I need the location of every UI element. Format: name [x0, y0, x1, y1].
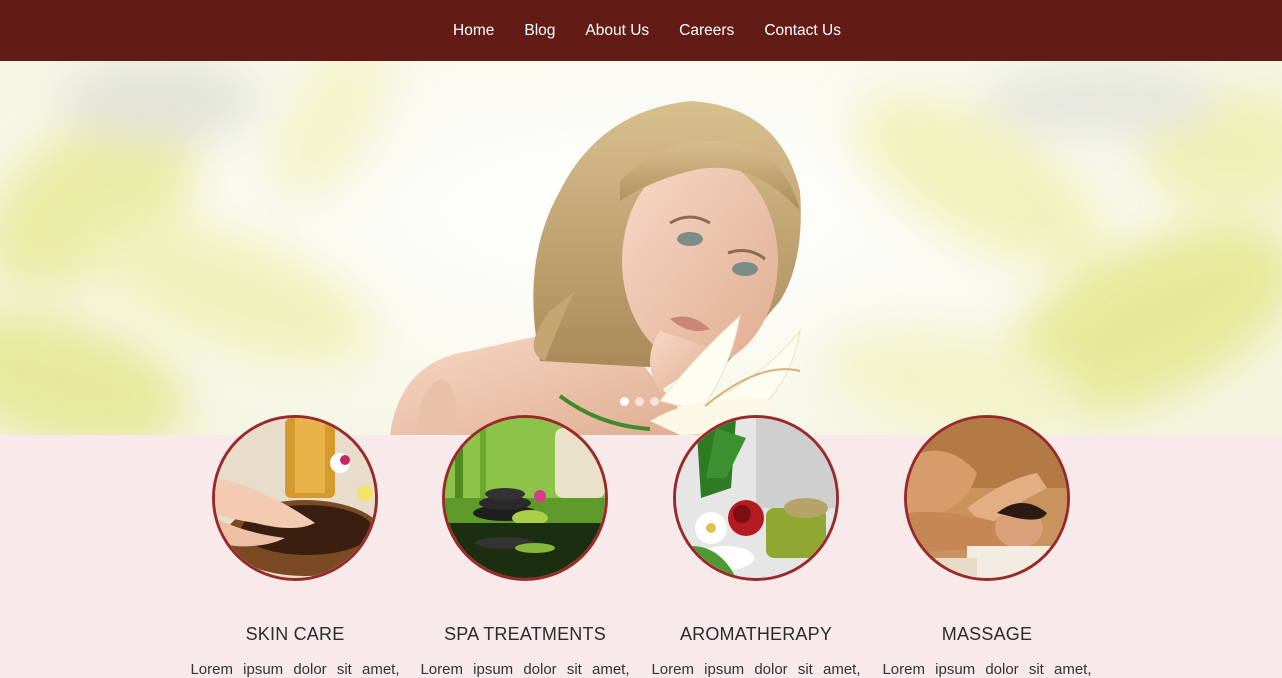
hero-slide-image: [0, 61, 1282, 435]
hands-in-bowl-image[interactable]: [212, 415, 378, 581]
service-description: Lorem ipsum dolor sit amet,: [190, 661, 400, 678]
slider-pagination: [620, 397, 659, 406]
slider-dot-2[interactable]: [635, 397, 644, 406]
slider-dot-1[interactable]: [620, 397, 629, 406]
service-title: SPA TREATMENTS: [444, 624, 606, 644]
top-navbar: Home Blog About Us Careers Contact Us: [0, 0, 1282, 61]
service-description: Lorem ipsum dolor sit amet,: [420, 661, 630, 678]
nav-blog-link[interactable]: Blog: [509, 0, 570, 61]
service-description: Lorem ipsum dolor sit amet,: [651, 661, 861, 678]
nav-careers-link[interactable]: Careers: [664, 0, 749, 61]
nav-home-link[interactable]: Home: [438, 0, 509, 61]
hero-slider[interactable]: [0, 61, 1282, 435]
spa-stones-image[interactable]: [442, 415, 608, 581]
service-description: Lorem ipsum dolor sit amet,: [882, 661, 1092, 678]
service-title: AROMATHERAPY: [679, 624, 833, 644]
massage-image[interactable]: [904, 415, 1070, 581]
flowers-oils-image[interactable]: [673, 415, 839, 581]
main-nav: Home Blog About Us Careers Contact Us: [438, 0, 856, 61]
service-title: SKIN CARE: [245, 624, 345, 644]
services-section: SKIN CARE Lorem ipsum dolor sit amet, SP…: [0, 415, 1282, 678]
slider-dot-3[interactable]: [650, 397, 659, 406]
service-title: MASSAGE: [941, 624, 1033, 644]
nav-contact-link[interactable]: Contact Us: [749, 0, 856, 61]
nav-about-link[interactable]: About Us: [570, 0, 664, 61]
